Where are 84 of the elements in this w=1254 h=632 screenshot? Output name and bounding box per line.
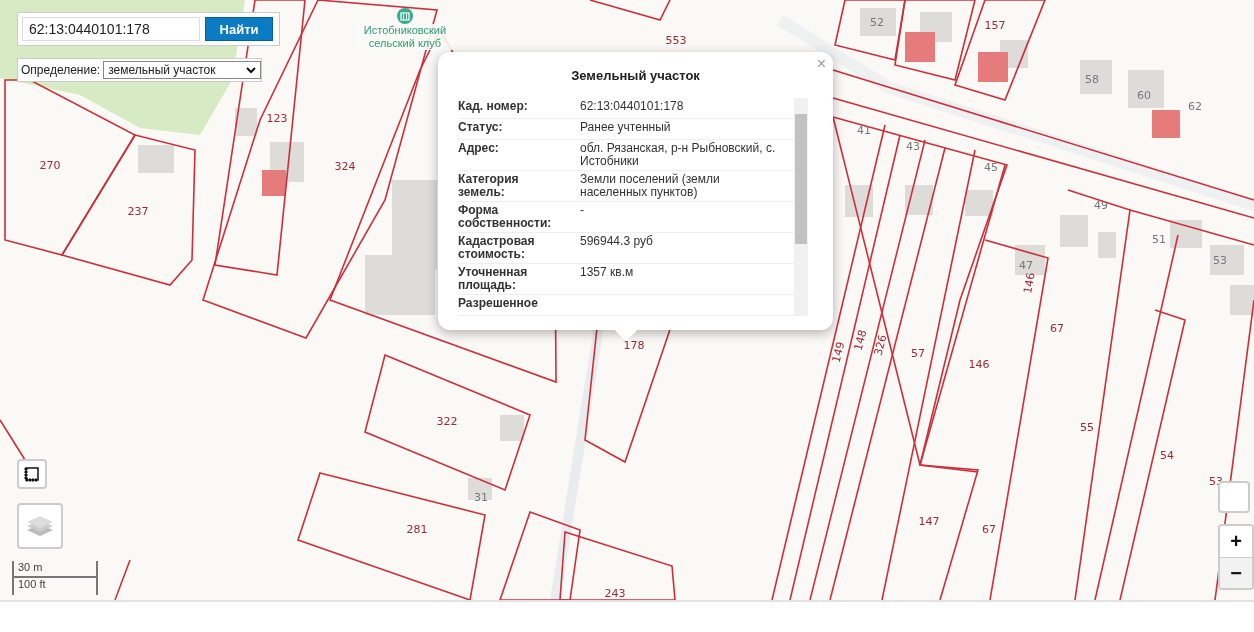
building-footprint [138,145,174,173]
parcel-number: 148 [851,328,870,352]
field-label: Статус: [458,121,504,136]
caret-icon [246,66,257,74]
field-label: Адрес: [458,142,500,157]
parcel-number: 270 [39,159,61,172]
field-value: Земли поселений (земли населенных пунктов) [580,173,721,199]
parcel-number: 67 [1050,322,1064,335]
parcel-number: 47 [1019,259,1033,272]
parcel-number: 58 [1085,73,1099,86]
field-value: - [580,204,585,219]
building-footprint [860,8,896,36]
parcel-number: 54 [1160,449,1174,462]
building-footprint [1080,60,1112,94]
building-footprint [500,415,524,441]
field-label: Кад. номер: [458,100,529,115]
parcel-number: 146 [968,358,990,371]
parcel-number: 326 [871,333,890,357]
parcel-boundary [834,0,906,61]
parcel-number: 147 [918,515,940,528]
building-icon [397,8,413,24]
frame-icon [24,466,40,482]
building-footprint [905,32,935,62]
parcel-number: 146 [1021,271,1038,295]
field-value: 596944.3 руб [580,235,654,250]
parcel-number: 45 [984,161,998,174]
fullscreen-button[interactable] [17,459,47,489]
definition-dropdown[interactable]: земельный участок [103,61,262,79]
parcel-number: 41 [857,124,871,137]
building-footprint [965,190,993,216]
parcel-number: 281 [406,523,428,536]
parcel-number: 157 [984,19,1006,32]
building-footprint [468,478,492,500]
parcel-number: 67 [982,523,996,536]
building-footprint [1015,245,1045,275]
building-footprint [1098,232,1116,258]
field-value: 1357 кв.м [580,266,635,281]
parcel-number: 43 [906,140,920,153]
zoom-in-button[interactable]: + [1220,526,1252,557]
parcel-boundary [0,419,26,461]
parcel-number: 51 [1152,233,1166,246]
building-footprint [235,108,257,136]
layers-button[interactable] [17,503,63,549]
parcel-number: 149 [829,340,848,364]
parcel-number: 55 [1080,421,1094,434]
building-footprint [1170,220,1202,248]
layers-icon [26,513,54,539]
parcel-number: 123 [266,112,288,125]
parcel-number: 243 [604,587,626,600]
find-button[interactable]: Найти [205,17,273,41]
definition-label: Определение: [21,63,101,77]
zoom-out-button[interactable]: − [1220,557,1252,588]
field-label: Разрешенное [458,297,539,312]
building-footprint [1128,70,1164,108]
parcel-number: 53 [1213,254,1227,267]
parcel-number: 178 [623,339,645,352]
field-value: обл. Рязанская, р-н Рыбновский, с. Истобники [580,142,777,168]
scale-imperial: 100 ft [17,578,47,590]
field-label: Уточненная площадь: [458,266,529,292]
building-footprint [1152,110,1180,138]
parcel-number: 60 [1137,89,1151,102]
parcel-number: 57 [911,347,925,360]
field-label: Кадастровая стоимость: [458,235,536,261]
parcel-number: 322 [436,415,458,428]
search-field[interactable]: 62:13:0440101:178 [22,17,200,41]
parcel-number: 237 [127,205,149,218]
parcel-number: 49 [1094,199,1108,212]
popup-title: Земельный участок [570,68,701,83]
field-label: Категория земель: [458,173,520,199]
building-footprint [1210,245,1244,275]
field-label: Форма собственности: [458,204,553,230]
parcel-boundary [114,559,131,600]
parcel-number: 31 [474,491,488,504]
parcel-number: 62 [1188,100,1202,113]
building-footprint [1060,215,1088,247]
parcel-number: 52 [870,16,884,29]
scrollbar[interactable] [794,98,808,316]
parcel-number: 553 [665,34,687,47]
scale-metric: 30 m [14,561,96,578]
building-footprint [905,185,933,215]
field-value: 62:13:0440101:178 [580,100,685,115]
parcel-number: 324 [334,160,356,173]
building-footprint [978,52,1008,82]
field-value: Ранее учтенный [580,121,672,136]
